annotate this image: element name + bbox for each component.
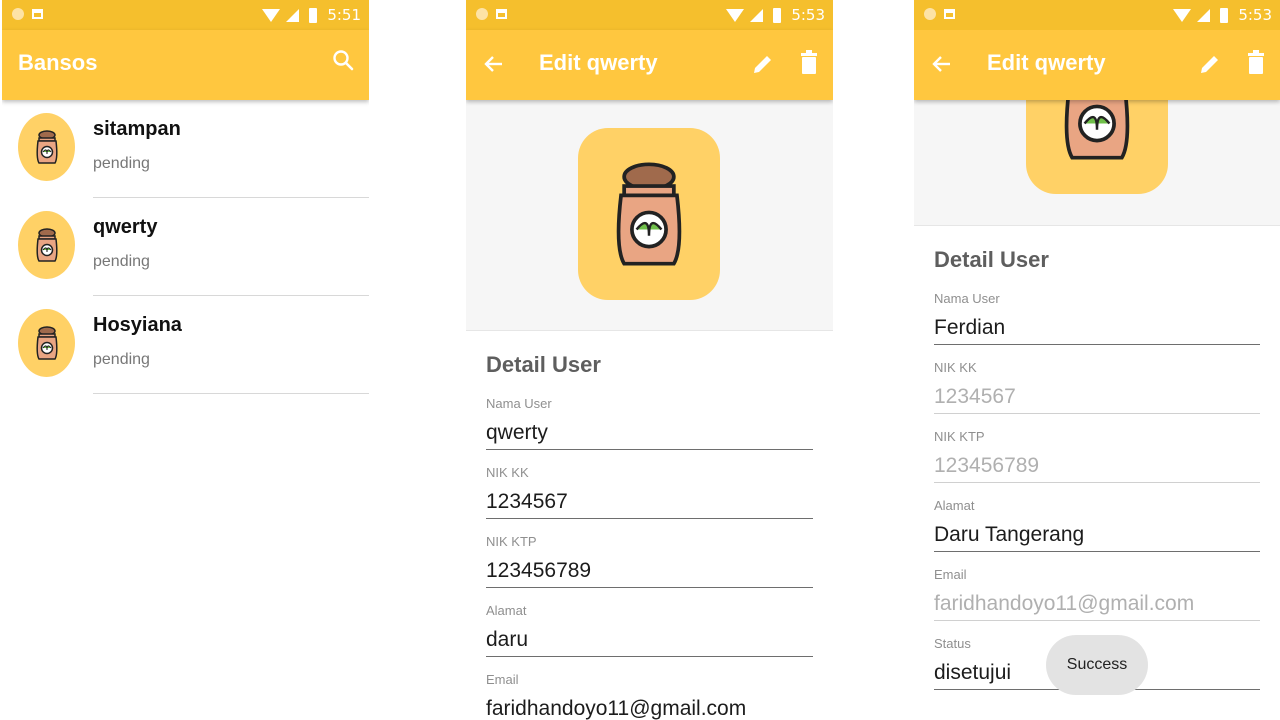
calendar-icon: [496, 9, 507, 19]
avatar: [18, 211, 75, 279]
item-status: pending: [93, 253, 150, 270]
nik-ktp-input[interactable]: 123456789: [486, 554, 813, 588]
field-label: Nama User: [486, 396, 552, 411]
field-label: Alamat: [934, 498, 975, 513]
field-label: Email: [934, 567, 967, 582]
success-toast: Success: [1046, 635, 1148, 695]
field-label: NIK KTP: [934, 429, 985, 444]
list-item[interactable]: qwerty pending: [2, 198, 369, 296]
signal-icon: [750, 8, 764, 22]
email-input[interactable]: faridhandoyo11@gmail.com: [486, 692, 813, 720]
rice-sack-icon: [616, 162, 682, 266]
field-label: NIK KK: [934, 360, 977, 375]
page-title: Edit qwerty: [987, 50, 1106, 75]
app-bar: Edit qwerty: [466, 30, 833, 100]
battery-icon: [773, 7, 782, 23]
field-alamat: Alamat daru: [486, 593, 813, 662]
item-name: qwerty: [93, 216, 158, 238]
app-title: Bansos: [18, 50, 98, 75]
item-status: pending: [93, 155, 150, 172]
battery-icon: [1220, 7, 1229, 23]
field-nik-kk: NIK KK 1234567: [486, 455, 813, 524]
section-title: Detail User: [486, 352, 601, 377]
field-email: Email faridhandoyo11@gmail.com: [934, 557, 1260, 626]
screen-list: 5:51 Bansos sitampan pending qwerty pend…: [2, 0, 369, 720]
alamat-input[interactable]: daru: [486, 623, 813, 657]
screen-edit: 5:53 Edit qwerty Detail User Nama User q…: [466, 0, 833, 720]
field-email: Email faridhandoyo11@gmail.com: [486, 662, 813, 720]
status-bar: 5:53: [466, 0, 833, 30]
search-icon[interactable]: [331, 48, 355, 77]
wifi-icon: [1173, 8, 1192, 22]
notification-dot-icon: [924, 8, 936, 20]
delete-trash-icon[interactable]: [1246, 50, 1266, 81]
section-title: Detail User: [934, 247, 1049, 272]
status-bar: 5:51: [2, 0, 369, 30]
nama-user-input[interactable]: Ferdian: [934, 311, 1260, 345]
field-nama-user: Nama User Ferdian: [934, 281, 1260, 350]
rice-sack-icon: [35, 130, 58, 164]
nik-kk-input: 1234567: [934, 380, 1260, 414]
field-alamat: Alamat Daru Tangerang: [934, 488, 1260, 557]
nik-kk-input[interactable]: 1234567: [486, 485, 813, 519]
item-name: Hosyiana: [93, 314, 182, 336]
status-time: 5:51: [327, 6, 361, 24]
divider: [93, 393, 369, 394]
user-list: sitampan pending qwerty pending Hosyiana…: [2, 100, 369, 394]
rice-sack-icon: [35, 228, 58, 262]
edit-pencil-icon[interactable]: [751, 52, 775, 81]
status-time: 5:53: [1238, 6, 1272, 24]
status-time: 5:53: [791, 6, 825, 24]
list-item[interactable]: sitampan pending: [2, 100, 369, 198]
avatar: [18, 113, 75, 181]
nik-ktp-input: 123456789: [934, 449, 1260, 483]
app-bar: Edit qwerty: [914, 30, 1280, 100]
item-status: pending: [93, 351, 150, 368]
rice-sack-icon: [35, 326, 58, 360]
signal-icon: [1197, 8, 1211, 22]
notification-dot-icon: [12, 8, 24, 20]
back-arrow-icon[interactable]: [930, 52, 954, 81]
screen-edit-scrolled: 5:53 Edit qwerty Detail User Nama User F…: [914, 0, 1280, 720]
field-label: Email: [486, 672, 519, 687]
notification-dot-icon: [476, 8, 488, 20]
back-arrow-icon[interactable]: [482, 52, 506, 81]
field-label: Nama User: [934, 291, 1000, 306]
status-bar: 5:53: [914, 0, 1280, 30]
wifi-icon: [726, 8, 745, 22]
detail-form: Detail User Nama User Ferdian NIK KK 123…: [934, 247, 1260, 695]
product-image: [578, 128, 720, 300]
page-title: Edit qwerty: [539, 50, 658, 75]
field-label: Alamat: [486, 603, 527, 618]
nama-user-input[interactable]: qwerty: [486, 416, 813, 450]
field-nik-kk: NIK KK 1234567: [934, 350, 1260, 419]
email-input: faridhandoyo11@gmail.com: [934, 587, 1260, 621]
battery-icon: [309, 7, 318, 23]
field-label: NIK KTP: [486, 534, 537, 549]
wifi-icon: [262, 8, 281, 22]
calendar-icon: [32, 9, 43, 19]
header-image-area: [466, 100, 833, 331]
calendar-icon: [944, 9, 955, 19]
alamat-input[interactable]: Daru Tangerang: [934, 518, 1260, 552]
field-label: Status: [934, 636, 971, 651]
field-label: NIK KK: [486, 465, 529, 480]
edit-pencil-icon[interactable]: [1198, 52, 1222, 81]
avatar: [18, 309, 75, 377]
detail-form: Detail User Nama User qwerty NIK KK 1234…: [486, 352, 813, 720]
field-nama-user: Nama User qwerty: [486, 386, 813, 455]
signal-icon: [286, 8, 300, 22]
delete-trash-icon[interactable]: [799, 50, 819, 81]
field-nik-ktp: NIK KTP 123456789: [486, 524, 813, 593]
list-item[interactable]: Hosyiana pending: [2, 296, 369, 394]
item-name: sitampan: [93, 118, 181, 140]
app-bar: Bansos: [2, 30, 369, 100]
field-nik-ktp: NIK KTP 123456789: [934, 419, 1260, 488]
